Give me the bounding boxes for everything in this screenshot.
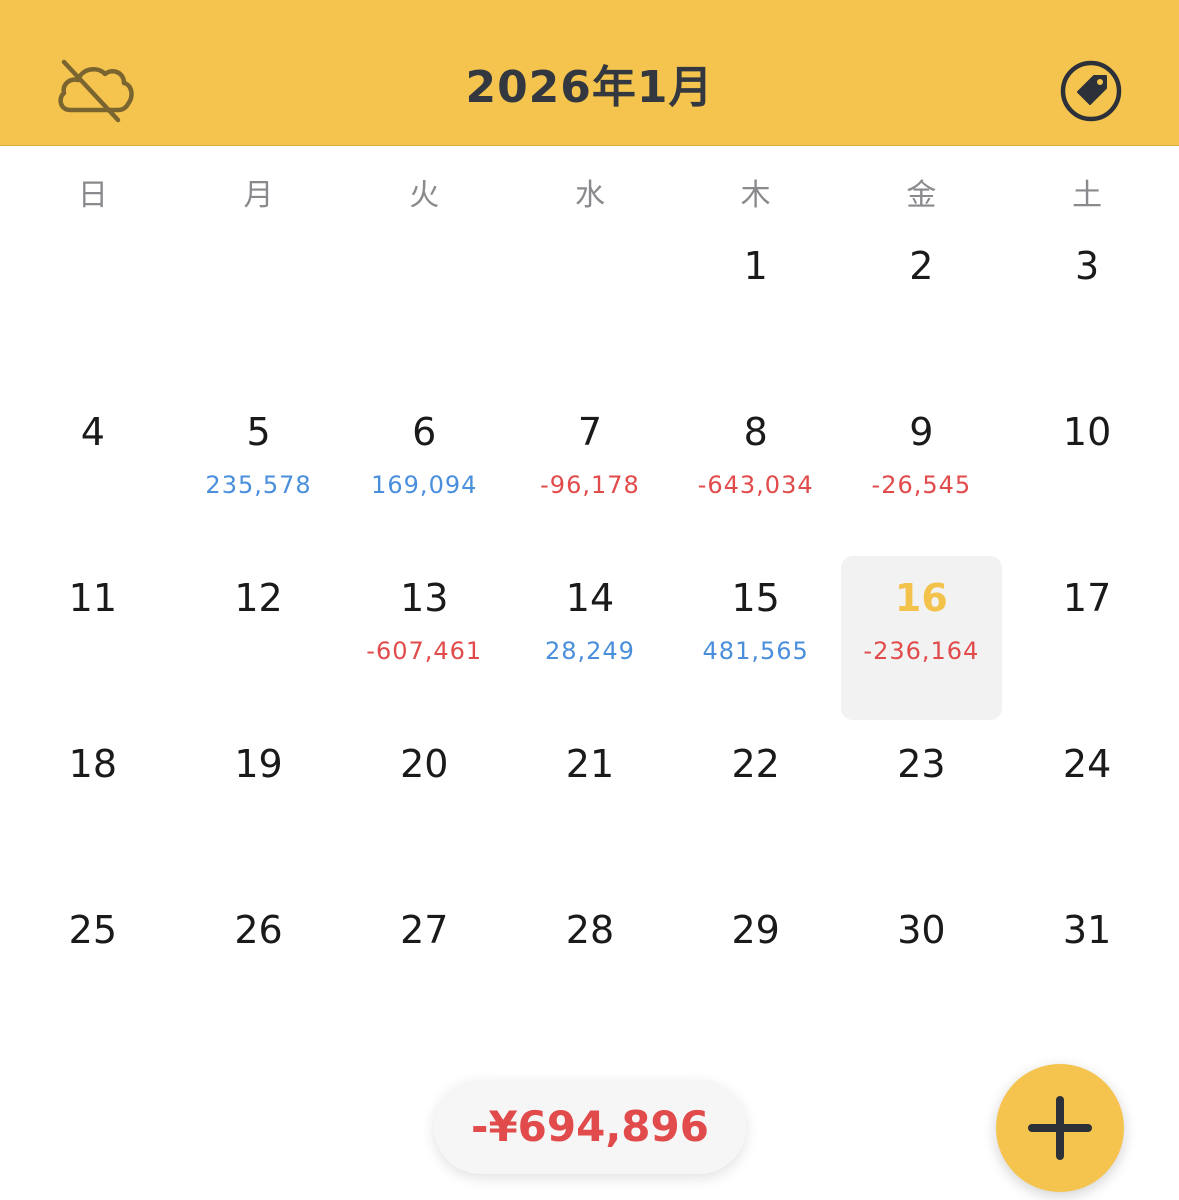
calendar-day-cell[interactable]: 14 28,249 [507,562,673,728]
calendar-day-cell[interactable]: 15 481,565 [673,562,839,728]
day-number: 21 [565,742,615,786]
calendar-day-cell[interactable]: 16 -236,164 [840,556,1003,720]
day-amount: -607,461 [366,637,483,665]
day-number: 6 [412,410,437,454]
day-number: 18 [68,742,118,786]
calendar-day-cell[interactable]: 11 [10,562,176,728]
calendar-day-cell[interactable]: 8 -643,034 [673,396,839,562]
calendar-day-cell[interactable]: 6 169,094 [341,396,507,562]
day-number: 25 [68,908,118,952]
day-number: 12 [234,576,283,620]
weekday-label: 火 [409,178,440,213]
day-amount: 169,094 [371,471,478,499]
app-root: 2026年1月 日 月 火 水 木 金 土 1 2 3 4 5 235,578 6 169,0… [0,0,1179,1200]
calendar-empty-cell [10,230,176,396]
day-number: 4 [80,410,105,454]
calendar-day-cell[interactable]: 18 [10,728,176,894]
day-number: 26 [234,908,283,952]
day-number: 13 [400,576,449,620]
calendar-day-cell[interactable]: 27 [341,894,507,1060]
day-number: 22 [731,742,780,786]
day-number: 1 [743,244,768,288]
calendar-day-cell[interactable]: 5 235,578 [176,396,342,562]
month-title[interactable]: 2026年1月 [0,58,1179,118]
day-number: 19 [234,742,283,786]
day-number: 30 [897,908,946,952]
day-number: 7 [577,410,603,454]
calendar-grid: 1 2 3 4 5 235,578 6 169,094 7 -96,178 8 -643,034 9 -2… [10,230,1170,1060]
day-number: 9 [909,410,934,454]
day-number: 20 [400,742,449,786]
calendar-empty-cell [507,230,673,396]
day-number: 10 [1062,410,1112,454]
weekday-label: 土 [1072,178,1103,213]
calendar-day-cell[interactable]: 21 [507,728,673,894]
add-entry-button[interactable] [996,1064,1124,1192]
calendar-day-cell[interactable]: 4 [10,396,176,562]
weekday-header: 日 月 火 水 木 金 土 [10,168,1170,224]
calendar-empty-cell [176,230,342,396]
calendar-empty-cell [341,230,507,396]
calendar-day-cell[interactable]: 22 [673,728,839,894]
day-number: 2 [909,244,934,288]
weekday-label: 水 [574,178,605,213]
day-number: 14 [565,576,615,620]
calendar-day-cell[interactable]: 29 [673,894,839,1060]
calendar-day-cell[interactable]: 17 [1004,562,1170,728]
day-number: 31 [1062,908,1112,952]
weekday-label: 月 [243,178,274,213]
day-number: 3 [1074,244,1100,288]
calendar-day-cell[interactable]: 30 [839,894,1005,1060]
day-number: 24 [1062,742,1112,786]
day-number: 23 [897,742,946,786]
tag-button[interactable] [1058,58,1124,124]
calendar-day-cell[interactable]: 31 [1004,894,1170,1060]
calendar-day-cell[interactable]: 9 -26,545 [839,396,1005,562]
day-amount: 28,249 [544,637,635,665]
calendar-day-cell[interactable]: 24 [1004,728,1170,894]
day-number: 16 [894,576,948,620]
weekday-label: 木 [740,178,771,213]
day-number: 28 [565,908,615,952]
day-amount: -643,034 [697,471,814,499]
day-amount: -26,545 [871,471,972,499]
month-total[interactable]: -¥694,896 [434,1080,746,1174]
day-number: 11 [68,576,118,620]
tag-icon [1060,60,1122,122]
day-amount: -96,178 [540,471,640,499]
day-amount: -236,164 [863,637,980,665]
calendar-day-cell[interactable]: 1 [673,230,839,396]
day-number: 27 [400,908,449,952]
calendar-day-cell[interactable]: 12 [176,562,342,728]
calendar-day-cell[interactable]: 20 [341,728,507,894]
calendar-day-cell[interactable]: 13 -607,461 [341,562,507,728]
day-number: 8 [743,410,768,454]
calendar-day-cell[interactable]: 23 [839,728,1005,894]
plus-icon [1028,1096,1092,1160]
calendar-day-cell[interactable]: 10 [1004,396,1170,562]
day-amount: 481,565 [702,637,809,665]
day-number: 5 [246,410,271,454]
day-number: 17 [1062,576,1112,620]
day-amount: 235,578 [205,471,312,499]
day-number: 29 [731,908,780,952]
weekday-label: 金 [906,178,937,213]
calendar-day-cell[interactable]: 28 [507,894,673,1060]
calendar-day-cell[interactable]: 2 [839,230,1005,396]
calendar-day-cell[interactable]: 7 -96,178 [507,396,673,562]
calendar-day-cell[interactable]: 3 [1004,230,1170,396]
calendar-day-cell[interactable]: 26 [176,894,342,1060]
day-number: 15 [731,576,780,620]
calendar-day-cell[interactable]: 25 [10,894,176,1060]
calendar-day-cell[interactable]: 19 [176,728,342,894]
header-bar: 2026年1月 [0,0,1179,146]
weekday-label: 日 [77,178,108,213]
